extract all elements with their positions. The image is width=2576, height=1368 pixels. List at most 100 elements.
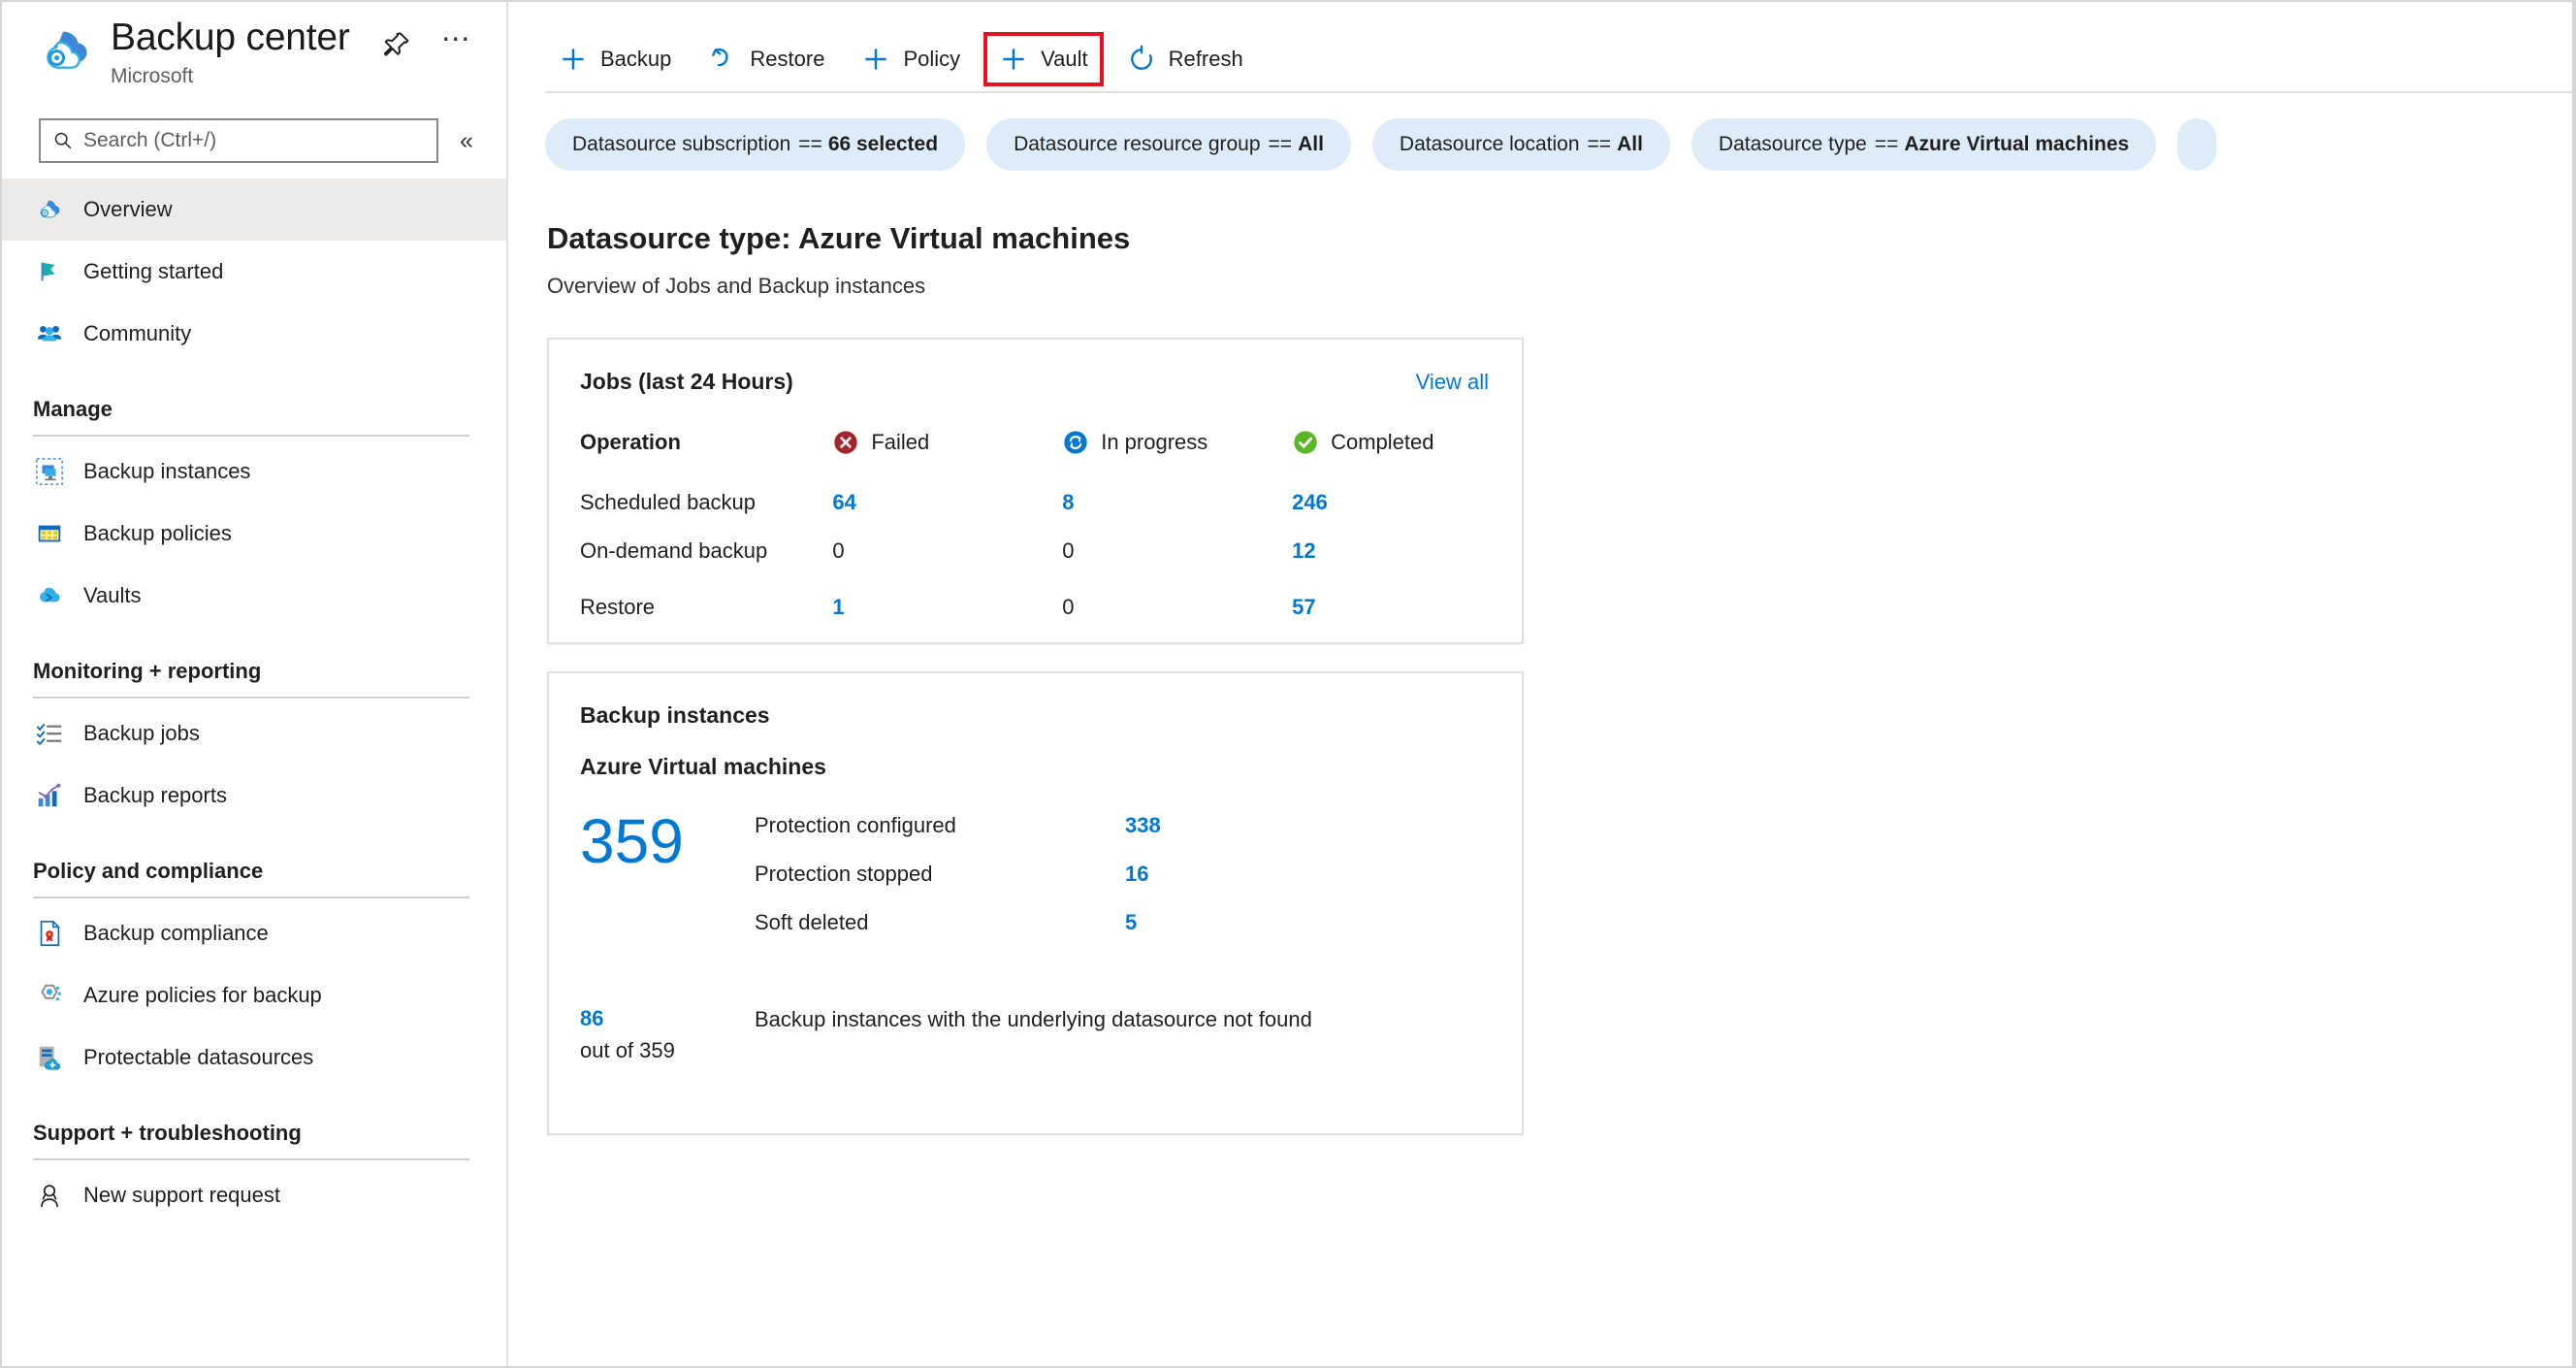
stat-label: Protection configured	[755, 813, 956, 837]
page-subtitle: Overview of Jobs and Backup instances	[547, 274, 926, 298]
refresh-icon	[1127, 45, 1156, 74]
sidebar-group-title: Support + troubleshooting	[33, 1121, 302, 1145]
stat-value[interactable]: 16	[1125, 862, 1148, 887]
policy-button[interactable]: Policy	[848, 32, 974, 86]
cell-in-progress: 0	[1062, 538, 1075, 563]
backup-center-window: Backup center Microsoft ⋯ «	[0, 0, 2576, 1368]
divider	[33, 896, 469, 898]
search-input[interactable]	[83, 129, 413, 152]
row-operation: Scheduled backup	[580, 490, 757, 514]
sidebar-item-label: Azure policies for backup	[83, 983, 322, 1007]
ellipsis-icon[interactable]: ⋯	[441, 23, 471, 56]
brand-header: Backup center Microsoft ⋯	[2, 2, 506, 109]
jobs-table-body: Scheduled backup 64 8 246 On-demand back…	[549, 467, 1522, 635]
window-right-edge	[2572, 2, 2574, 1366]
sidebar-item-azure-policies-for-backup[interactable]: Azure policies for backup	[2, 964, 506, 1026]
azure-policy-hexagon-icon	[35, 981, 64, 1010]
cell-failed: 0	[832, 538, 845, 563]
backup-button[interactable]: Backup	[545, 32, 685, 86]
stat-label: Protection stopped	[755, 862, 933, 886]
list-item: Soft deleted 5	[755, 910, 1522, 959]
sidebar-item-protectable-datasources[interactable]: Protectable datasources	[2, 1026, 506, 1089]
cell-failed[interactable]: 1	[832, 579, 1062, 635]
cell-completed[interactable]: 12	[1292, 523, 1522, 579]
column-header-operation: Operation	[580, 430, 681, 454]
cell-completed[interactable]: 246	[1292, 467, 1522, 523]
people-icon	[35, 319, 64, 348]
jobs-table-head: Operation Failed In progress Completed	[549, 418, 1522, 467]
column-header-failed: Failed	[832, 418, 1062, 467]
compliance-document-icon	[35, 919, 64, 948]
filter-value: 66 selected	[827, 133, 939, 155]
filter-operator: ==	[1587, 133, 1612, 155]
cell-completed[interactable]: 57	[1292, 579, 1522, 635]
restore-undo-icon	[708, 45, 737, 74]
filter-pill-datasource-subscription[interactable]: Datasource subscription == 66 selected	[545, 118, 966, 171]
filter-pill-datasource-type[interactable]: Datasource type == Azure Virtual machine…	[1690, 118, 2157, 171]
filter-field: Datasource subscription	[572, 133, 791, 155]
sidebar-item-backup-instances[interactable]: Backup instances	[2, 440, 506, 503]
sidebar-item-overview[interactable]: Overview	[2, 179, 506, 241]
filter-pill-datasource-resource-group[interactable]: Datasource resource group == All	[986, 118, 1351, 171]
flag-icon	[35, 257, 64, 286]
sidebar-item-backup-policies[interactable]: Backup policies	[2, 503, 506, 565]
sidebar-item-community[interactable]: Community	[2, 303, 506, 365]
instances-card-subtitle: Azure Virtual machines	[580, 754, 826, 779]
instances-total: 359	[580, 806, 684, 876]
filter-value: All	[1298, 133, 1324, 155]
page-title: Backup center	[111, 16, 350, 58]
stat-value[interactable]: 5	[1125, 910, 1137, 935]
row-operation: On-demand backup	[580, 538, 768, 563]
filter-pill-datasource-location[interactable]: Datasource location == All	[1371, 118, 1670, 171]
instances-footer: 86 out of 359 Backup instances with the …	[549, 959, 1522, 1067]
sidebar-group-title: Manage	[33, 397, 113, 421]
command-label: Vault	[1041, 47, 1088, 71]
sidebar-item-vaults[interactable]: Vaults	[2, 565, 506, 627]
cell-failed[interactable]: 64	[832, 467, 1062, 523]
jobs-card: Jobs (last 24 Hours) View all Operation	[547, 338, 1524, 644]
instances-card-header: Backup instances	[549, 673, 1522, 729]
cell-in-progress[interactable]: 8	[1062, 467, 1292, 523]
sidebar-item-label: Vaults	[83, 583, 142, 607]
search-row: «	[2, 118, 506, 163]
sidebar-group-policy: Policy and compliance Backup compliance	[2, 856, 506, 1089]
filter-operator: ==	[1268, 133, 1293, 155]
pin-icon[interactable]	[379, 29, 412, 62]
sidebar-item-backup-reports[interactable]: Backup reports	[2, 765, 506, 827]
sidebar-item-label: Overview	[83, 197, 173, 221]
plus-icon	[861, 45, 890, 74]
divider	[33, 697, 469, 699]
sidebar-item-getting-started[interactable]: Getting started	[2, 241, 506, 303]
sidebar-item-label: Backup compliance	[83, 921, 269, 945]
sidebar-item-backup-jobs[interactable]: Backup jobs	[2, 702, 506, 765]
filter-pill-overflow[interactable]	[2177, 118, 2217, 171]
filter-value: Azure Virtual machines	[1904, 133, 2130, 155]
sidebar-item-backup-compliance[interactable]: Backup compliance	[2, 902, 506, 964]
backup-instances-card: Backup instances Azure Virtual machines …	[547, 671, 1524, 1135]
row-operation: Restore	[580, 595, 656, 619]
footer-count[interactable]: 86	[580, 1003, 755, 1034]
search-icon	[52, 130, 74, 151]
table-row: Restore 1 0 57	[549, 579, 1522, 635]
table-row: On-demand backup 0 0 12	[549, 523, 1522, 579]
sync-circle-icon	[1062, 429, 1089, 456]
sidebar-item-label: New support request	[83, 1183, 280, 1207]
stat-value[interactable]: 338	[1125, 813, 1161, 838]
sidebar-group-title: Monitoring + reporting	[33, 659, 262, 683]
search-box[interactable]	[39, 118, 438, 163]
backup-center-cloud-icon	[35, 195, 64, 224]
column-header-label: Completed	[1331, 430, 1434, 454]
footer-out-of: out of 359	[580, 1038, 675, 1062]
view-all-link[interactable]: View all	[1416, 370, 1489, 395]
refresh-button[interactable]: Refresh	[1113, 32, 1257, 86]
sidebar-item-label: Community	[83, 321, 192, 345]
restore-button[interactable]: Restore	[694, 32, 838, 86]
stat-label: Soft deleted	[755, 910, 869, 934]
support-person-icon	[35, 1181, 64, 1210]
sidebar-item-new-support-request[interactable]: New support request	[2, 1164, 506, 1226]
sidebar-nav: Overview Getting started Community Manag…	[2, 179, 506, 1226]
collapse-sidebar-button[interactable]: «	[460, 118, 473, 163]
column-header-label: Failed	[871, 430, 930, 454]
filter-field: Datasource resource group	[1014, 133, 1261, 155]
vault-button[interactable]: Vault	[983, 32, 1104, 86]
